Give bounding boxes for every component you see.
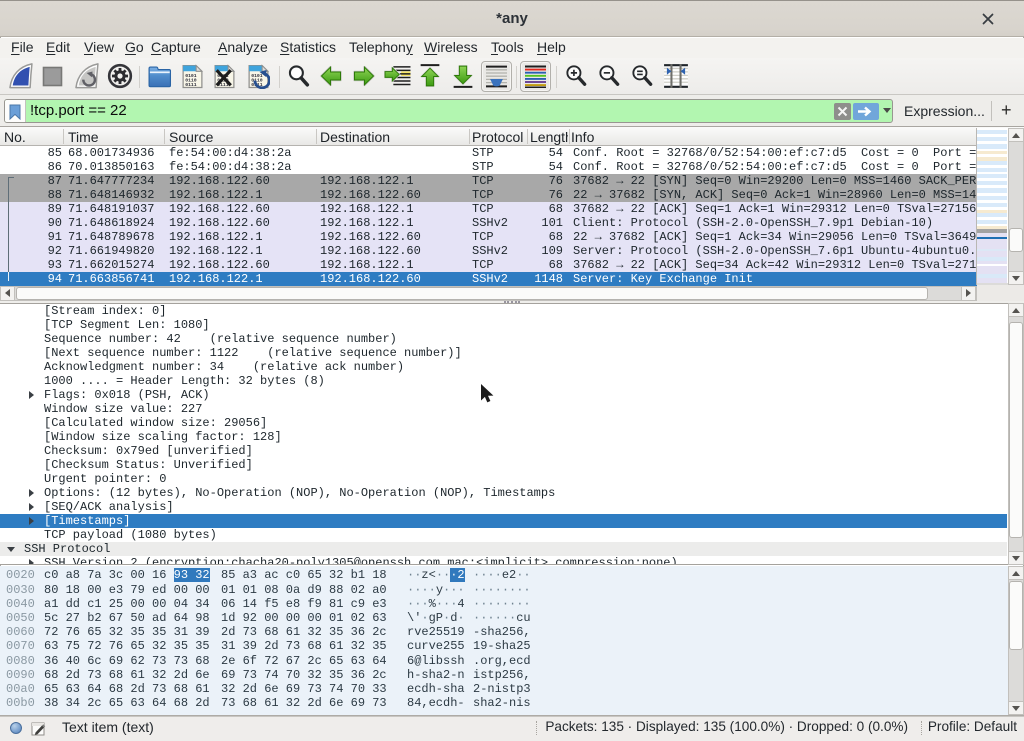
svg-text:0111: 0111: [185, 82, 197, 88]
